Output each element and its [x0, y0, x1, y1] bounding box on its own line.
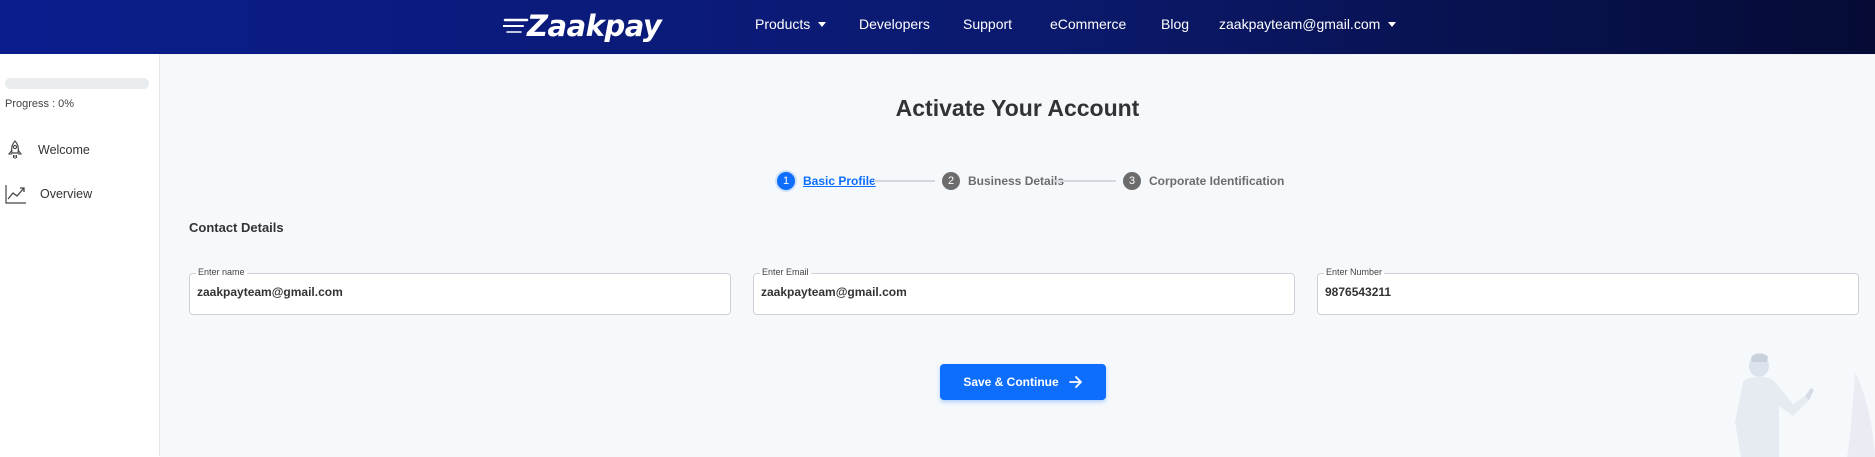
rocket-icon: [7, 140, 23, 159]
sidebar: Progress : 0% Welcome Overview: [0, 54, 160, 456]
number-input[interactable]: [1325, 285, 1845, 299]
sidebar-item-overview-label: Overview: [40, 187, 93, 201]
name-field-label: Enter name: [196, 267, 247, 277]
step-connector: [874, 180, 935, 182]
trend-chart-icon: [5, 185, 26, 204]
name-field[interactable]: Enter name: [189, 267, 731, 315]
nav-blog-label: Blog: [1161, 16, 1190, 32]
nav-support-label: Support: [963, 16, 1013, 32]
nav-support[interactable]: Support: [963, 16, 1012, 32]
save-continue-label: Save & Continue: [963, 375, 1059, 389]
chevron-down-icon: [818, 21, 827, 27]
save-continue-button[interactable]: Save & Continue: [940, 364, 1106, 400]
step-number-1: 1: [777, 172, 795, 190]
sidebar-item-welcome[interactable]: Welcome: [5, 140, 90, 160]
arrow-right-icon: [1068, 376, 1082, 388]
step-basic-profile[interactable]: 1 Basic Profile: [777, 172, 876, 190]
step-number-3: 3: [1123, 172, 1141, 190]
step-corporate-identification[interactable]: 3 Corporate Identification: [1123, 172, 1284, 190]
nav-products-label: Products: [755, 16, 811, 32]
email-field[interactable]: Enter Email: [753, 267, 1295, 315]
nav-blog[interactable]: Blog: [1161, 16, 1189, 32]
progress-bar: [5, 78, 149, 89]
section-title-contact-details: Contact Details: [189, 220, 284, 235]
sidebar-item-welcome-label: Welcome: [38, 143, 90, 157]
nav-developers[interactable]: Developers: [859, 16, 930, 32]
step-number-2: 2: [942, 172, 960, 190]
top-navbar: Zaakpay Products Developers Support eCom…: [0, 0, 1875, 54]
progress-label: Progress : 0%: [5, 98, 75, 110]
zaakpay-logo[interactable]: Zaakpay: [503, 6, 662, 46]
chevron-down-icon: [1388, 21, 1397, 27]
brand-name: Zaakpay: [527, 9, 662, 43]
step-business-details[interactable]: 2 Business Details: [942, 172, 1064, 190]
step-label-basic-profile[interactable]: Basic Profile: [803, 174, 876, 188]
step-label-corporate-identification: Corporate Identification: [1149, 174, 1285, 188]
number-field-label: Enter Number: [1324, 267, 1385, 277]
nav-ecommerce[interactable]: eCommerce: [1050, 16, 1126, 32]
page-title: Activate Your Account: [895, 95, 1140, 121]
step-connector: [1055, 180, 1116, 182]
nav-developers-label: Developers: [859, 16, 930, 32]
sidebar-item-overview[interactable]: Overview: [5, 184, 92, 204]
email-input[interactable]: [761, 285, 1281, 299]
email-field-label: Enter Email: [760, 267, 811, 277]
account-email: zaakpayteam@gmail.com: [1219, 16, 1381, 32]
person-illustration: [1735, 353, 1875, 457]
main-content: Activate Your Account 1 Basic Profile 2 …: [160, 54, 1875, 457]
account-menu[interactable]: zaakpayteam@gmail.com: [1219, 16, 1397, 32]
step-label-business-details: Business Details: [968, 174, 1065, 188]
number-field[interactable]: Enter Number: [1317, 267, 1859, 315]
nav-products[interactable]: Products: [755, 16, 827, 32]
nav-ecommerce-label: eCommerce: [1050, 16, 1127, 32]
name-input[interactable]: [197, 285, 717, 299]
